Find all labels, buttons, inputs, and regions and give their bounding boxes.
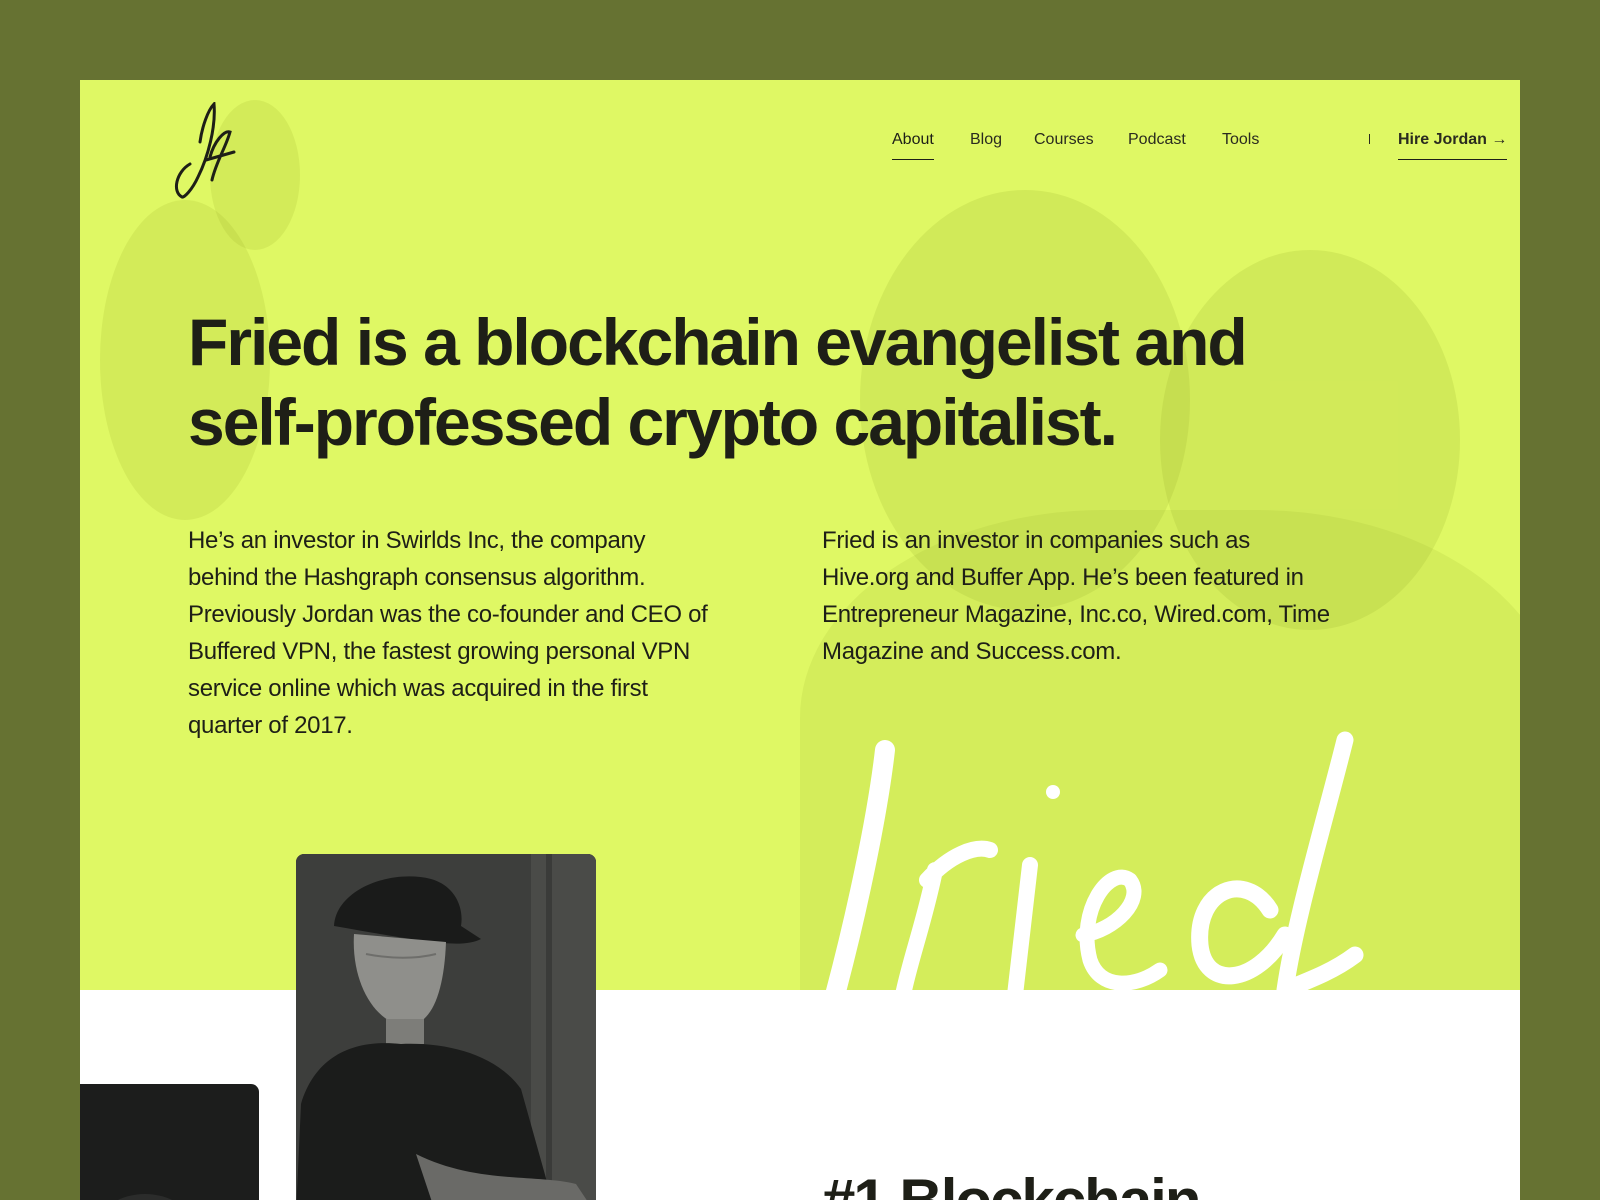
nav-item-podcast[interactable]: Podcast [1128,130,1186,159]
bio-paragraph-right: Fried is an investor in companies such a… [822,527,1330,665]
dark-photo-card [80,1084,259,1200]
next-section-heading: #1 Blockchain [822,1166,1202,1200]
portrait-photo-card [296,854,596,1200]
nav-item-blog[interactable]: Blog [970,130,1002,159]
hero-section: About Blog Courses Podcast Tools Hire Jo… [80,80,1520,990]
nav-item-about[interactable]: About [892,130,934,160]
bio-paragraph-left: He’s an investor in Swirlds Inc, the com… [188,527,708,739]
portrait-photo [296,854,596,1200]
nav-item-tools[interactable]: Tools [1222,130,1259,159]
fried-signature-graphic [825,731,1364,990]
jf-monogram-logo[interactable] [170,102,240,202]
nav-item-courses[interactable]: Courses [1034,130,1094,159]
portrait-silhouette [100,1194,190,1200]
page-frame: About Blog Courses Podcast Tools Hire Jo… [80,80,1520,1200]
hero-headline: Fried is a blockchain evangelist and sel… [188,305,1248,459]
nav-divider [1369,134,1370,144]
hire-jordan-link[interactable]: Hire Jordan → [1398,130,1508,160]
